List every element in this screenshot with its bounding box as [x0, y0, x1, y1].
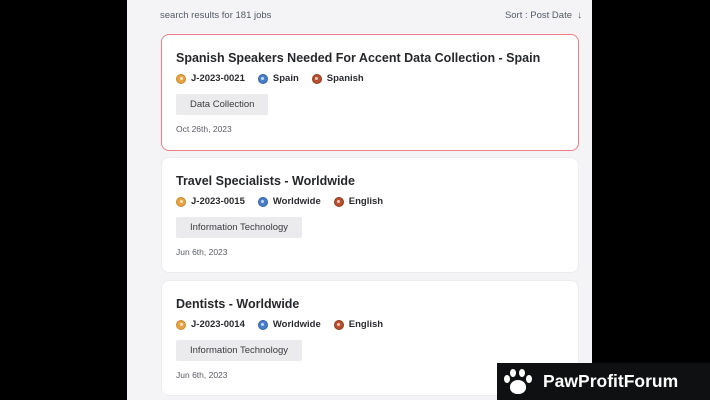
location-icon — [257, 73, 268, 84]
screen: search results for 181 jobs Sort : Post … — [0, 0, 710, 400]
language-icon — [311, 73, 322, 84]
job-language-text: English — [348, 196, 384, 207]
job-language: English — [333, 196, 384, 207]
job-location: Spain — [257, 73, 299, 84]
job-id: J-2023-0015 — [176, 196, 245, 207]
job-location-text: Spain — [272, 73, 299, 84]
job-date: Jun 6th, 2023 — [176, 370, 228, 380]
sort-dropdown[interactable]: Sort : Post Date ↓ — [505, 10, 582, 21]
job-id-text: J-2023-0015 — [191, 196, 245, 207]
job-id-icon — [176, 73, 186, 84]
job-title[interactable]: Spanish Speakers Needed For Accent Data … — [176, 51, 540, 65]
job-language: Spanish — [311, 73, 364, 84]
location-icon — [257, 319, 268, 330]
job-category-tag[interactable]: Information Technology — [176, 217, 303, 238]
job-id-icon — [176, 319, 186, 330]
job-category-tag[interactable]: Data Collection — [176, 94, 269, 115]
language-icon — [333, 319, 344, 330]
job-id-text: J-2023-0014 — [191, 319, 245, 330]
sort-label: Sort : Post Date — [504, 10, 572, 21]
watermark-banner: PawProfitForum — [497, 363, 710, 400]
job-title[interactable]: Travel Specialists - Worldwide — [176, 174, 355, 188]
language-icon — [333, 196, 344, 207]
watermark-brand-text: PawProfitForum — [543, 371, 679, 391]
job-card[interactable]: Spanish Speakers Needed For Accent Data … — [161, 34, 579, 151]
job-language-text: English — [348, 319, 384, 330]
results-count: search results for 181 jobs — [160, 10, 272, 21]
job-id-icon — [176, 196, 186, 207]
job-date: Jun 6th, 2023 — [176, 247, 228, 257]
sort-arrow-icon: ↓ — [577, 10, 582, 21]
job-location-text: Worldwide — [272, 196, 321, 207]
job-id-text: J-2023-0021 — [191, 73, 245, 84]
job-title[interactable]: Dentists - Worldwide — [176, 297, 299, 311]
job-category-tag[interactable]: Information Technology — [176, 340, 303, 361]
results-bar: search results for 181 jobs Sort : Post … — [160, 10, 582, 24]
job-id: J-2023-0021 — [176, 73, 245, 84]
job-results-panel: search results for 181 jobs Sort : Post … — [127, 0, 592, 400]
job-date: Oct 26th, 2023 — [176, 124, 232, 134]
job-location: Worldwide — [257, 196, 321, 207]
job-card[interactable]: Travel Specialists - Worldwide J-2023-00… — [161, 157, 579, 273]
job-meta: J-2023-0021 Spain Spanish — [176, 73, 377, 84]
job-language-text: Spanish — [326, 73, 364, 84]
job-location: Worldwide — [257, 319, 321, 330]
location-icon — [257, 196, 268, 207]
job-id: J-2023-0014 — [176, 319, 245, 330]
paw-icon — [503, 367, 533, 397]
job-meta: J-2023-0014 Worldwide English — [176, 319, 396, 330]
job-language: English — [333, 319, 384, 330]
job-meta: J-2023-0015 Worldwide English — [176, 196, 396, 207]
job-location-text: Worldwide — [272, 319, 321, 330]
